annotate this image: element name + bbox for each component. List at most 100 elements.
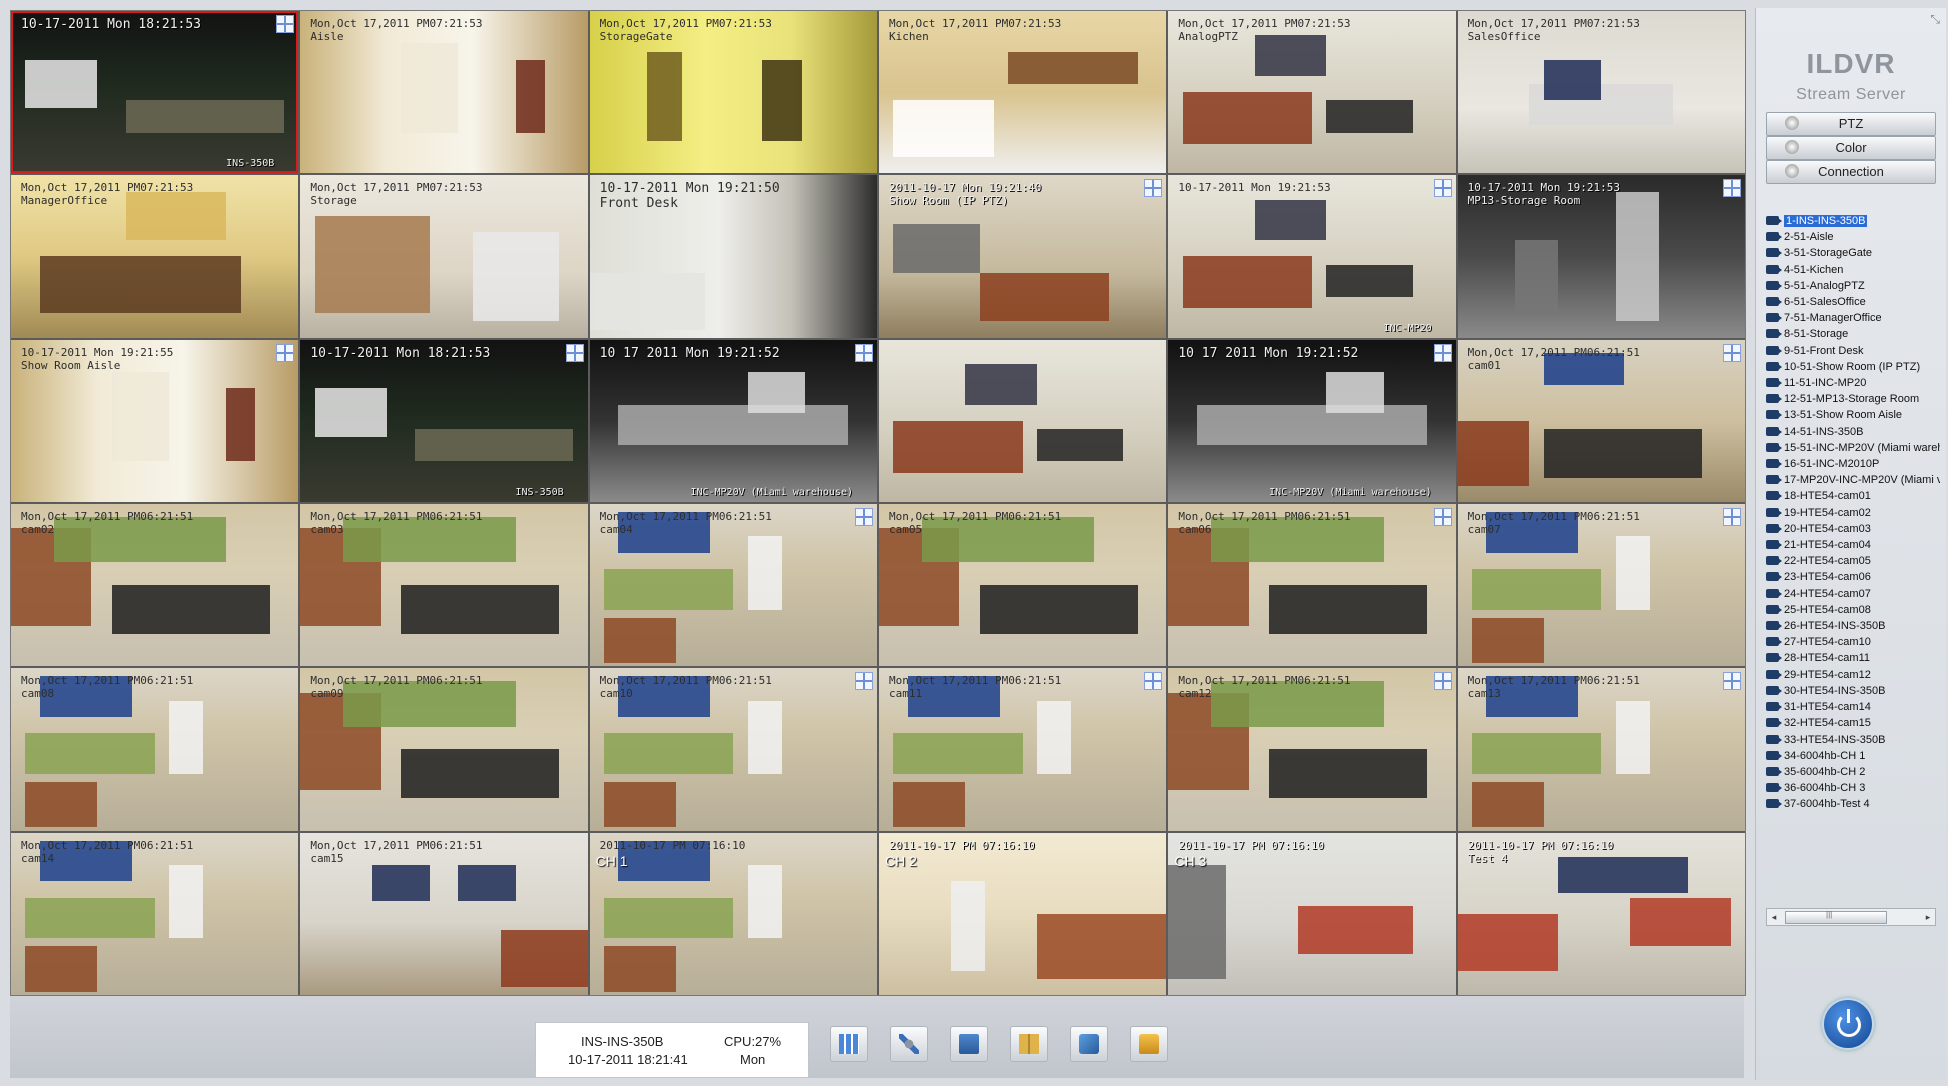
camera-list-item[interactable]: 9-51-Front Desk	[1764, 343, 1940, 359]
camera-list-item[interactable]: 1-INS-INS-350B	[1764, 213, 1940, 229]
camera-list-item[interactable]: 5-51-AnalogPTZ	[1764, 278, 1940, 294]
camera-list-item[interactable]: 29-HTE54-cam12	[1764, 667, 1940, 683]
display-mode-icon[interactable]	[1433, 343, 1452, 362]
display-mode-icon[interactable]	[1723, 179, 1741, 198]
camera-tile[interactable]: Mon,Oct 17,2011 PM06:21:51 cam12	[1168, 668, 1456, 831]
scroll-right-icon[interactable]: ▸	[1921, 909, 1935, 925]
camera-tile[interactable]: 10-17-2011 Mon 18:21:53 INS-350B	[300, 339, 588, 502]
camera-list-item[interactable]: 36-6004hb-CH 3	[1764, 780, 1940, 796]
camera-list-item[interactable]: 11-51-INC-MP20	[1764, 375, 1940, 391]
camera-list-item[interactable]: 17-MP20V-INC-MP20V (Miami v	[1764, 472, 1940, 488]
camera-list-item[interactable]: 32-HTE54-cam15	[1764, 715, 1940, 731]
camera-list-item[interactable]: 13-51-Show Room Aisle	[1764, 407, 1940, 423]
display-mode-icon[interactable]	[1144, 672, 1163, 691]
camera-list-item[interactable]: 2-51-Aisle	[1764, 229, 1940, 245]
camera-list-item[interactable]: 10-51-Show Room (IP PTZ)	[1764, 359, 1940, 375]
display-mode-icon[interactable]	[1723, 343, 1741, 362]
network-config-button[interactable]	[1070, 1026, 1108, 1062]
camera-tile[interactable]: Mon,Oct 17,2011 PM06:21:51 cam01	[1457, 339, 1745, 502]
camera-list-item[interactable]: 7-51-ManagerOffice	[1764, 310, 1940, 326]
camera-tile[interactable]: 10 17 2011 Mon 19:21:52 INC-MP20V (Miami …	[589, 339, 877, 502]
camera-tile[interactable]: Mon,Oct 17,2011 PM07:21:53 AnalogPTZ	[1168, 11, 1456, 174]
camera-list-item[interactable]: 28-HTE54-cam11	[1764, 650, 1940, 666]
camera-list-item[interactable]: 19-HTE54-cam02	[1764, 505, 1940, 521]
camera-list-item[interactable]: 26-HTE54-INS-350B	[1764, 618, 1940, 634]
camera-list-item[interactable]: 21-HTE54-cam04	[1764, 537, 1940, 553]
camera-tile[interactable]: Mon,Oct 17,2011 PM06:21:51 cam03	[300, 503, 588, 667]
camera-list-item[interactable]: 20-HTE54-cam03	[1764, 521, 1940, 537]
camera-list-item[interactable]: 25-HTE54-cam08	[1764, 602, 1940, 618]
color-button[interactable]: Color	[1766, 136, 1936, 160]
display-mode-icon[interactable]	[276, 15, 295, 33]
camera-tile[interactable]: Mon,Oct 17,2011 PM06:21:51 cam06	[1168, 503, 1456, 667]
camera-tile[interactable]: 2011-10-17 PM 07:16:10 CH 1	[589, 832, 877, 995]
camera-list-item[interactable]: 35-6004hb-CH 2	[1764, 764, 1940, 780]
camera-list-item[interactable]: 18-HTE54-cam01	[1764, 488, 1940, 504]
camera-list-item[interactable]: 8-51-Storage	[1764, 326, 1940, 342]
camera-tile[interactable]: 10-17-2011 Mon 19:21:53 INC-MP20	[1168, 175, 1456, 338]
camera-list[interactable]: 1-INS-INS-350B 2-51-Aisle 3-51-StorageGate…	[1764, 213, 1940, 903]
ptz-button[interactable]: PTZ	[1766, 112, 1936, 136]
log-book-button[interactable]	[1010, 1026, 1048, 1062]
scroll-left-icon[interactable]: ◂	[1767, 909, 1781, 925]
camera-list-item[interactable]: 12-51-MP13-Storage Room	[1764, 391, 1940, 407]
camera-list-item[interactable]: 27-HTE54-cam10	[1764, 634, 1940, 650]
layout-grid-button[interactable]	[830, 1026, 868, 1062]
display-mode-icon[interactable]	[276, 343, 295, 362]
display-mode-icon[interactable]	[1144, 179, 1163, 198]
lock-button[interactable]	[1130, 1026, 1168, 1062]
display-mode-icon[interactable]	[1723, 507, 1741, 526]
camera-tile[interactable]: Mon,Oct 17,2011 PM07:21:53 ManagerOffice	[11, 175, 299, 338]
camera-list-scrollbar[interactable]: ◂ ▸	[1766, 908, 1936, 926]
settings-tools-button[interactable]	[890, 1026, 928, 1062]
power-icon[interactable]	[1822, 998, 1874, 1050]
display-mode-icon[interactable]	[1433, 507, 1452, 526]
display-mode-icon[interactable]	[1433, 179, 1452, 198]
camera-list-item[interactable]: 37-6004hb-Test 4	[1764, 796, 1940, 812]
camera-list-item[interactable]: 14-51-INS-350B	[1764, 424, 1940, 440]
camera-list-item[interactable]: 16-51-INC-M2010P	[1764, 456, 1940, 472]
display-mode-icon[interactable]	[855, 507, 873, 526]
camera-list-item[interactable]: 4-51-Kichen	[1764, 262, 1940, 278]
camera-tile[interactable]	[879, 339, 1167, 502]
camera-list-item[interactable]: 33-HTE54-INS-350B	[1764, 732, 1940, 748]
camera-list-item[interactable]: 15-51-INC-MP20V (Miami wareh	[1764, 440, 1940, 456]
camera-list-item[interactable]: 22-HTE54-cam05	[1764, 553, 1940, 569]
display-mode-icon[interactable]	[565, 343, 584, 362]
camera-tile[interactable]: 2011-10-17 PM 07:16:10 CH 3	[1168, 832, 1456, 995]
camera-tile[interactable]: Mon,Oct 17,2011 PM07:21:53 StorageGate	[589, 11, 877, 174]
camera-tile[interactable]: Mon,Oct 17,2011 PM06:21:51 cam15	[300, 832, 588, 995]
search-playback-button[interactable]	[950, 1026, 988, 1062]
camera-list-item[interactable]: 23-HTE54-cam06	[1764, 569, 1940, 585]
camera-tile[interactable]: 10-17-2011 Mon 19:21:55 Show Room Aisle	[11, 339, 299, 502]
camera-list-item[interactable]: 6-51-SalesOffice	[1764, 294, 1940, 310]
camera-tile[interactable]: Mon,Oct 17,2011 PM06:21:51 cam13	[1457, 668, 1745, 831]
camera-tile[interactable]: 10 17 2011 Mon 19:21:52 INC-MP20V (Miami …	[1168, 339, 1456, 502]
scroll-thumb[interactable]	[1785, 910, 1887, 924]
camera-list-item[interactable]: 31-HTE54-cam14	[1764, 699, 1940, 715]
display-mode-icon[interactable]	[855, 672, 873, 691]
camera-tile[interactable]: 10-17-2011 Mon 19:21:50 Front Desk	[589, 175, 877, 338]
camera-list-item[interactable]: 30-HTE54-INS-350B	[1764, 683, 1940, 699]
camera-tile[interactable]: 10-17-2011 Mon 18:21:53 INS-350B	[11, 11, 299, 174]
connection-button[interactable]: Connection	[1766, 160, 1936, 184]
display-mode-icon[interactable]	[1723, 672, 1741, 691]
camera-tile[interactable]: Mon,Oct 17,2011 PM06:21:51 cam04	[589, 503, 877, 667]
camera-list-item[interactable]: 3-51-StorageGate	[1764, 245, 1940, 261]
minimize-icon[interactable]: ⤡	[1930, 12, 1940, 27]
camera-list-item[interactable]: 34-6004hb-CH 1	[1764, 748, 1940, 764]
camera-tile[interactable]: Mon,Oct 17,2011 PM07:21:53 Aisle	[300, 11, 588, 174]
camera-tile[interactable]: Mon,Oct 17,2011 PM07:21:53 SalesOffice	[1457, 11, 1745, 174]
camera-tile[interactable]: Mon,Oct 17,2011 PM06:21:51 cam05	[879, 503, 1167, 667]
camera-tile[interactable]: Mon,Oct 17,2011 PM06:21:51 cam10	[589, 668, 877, 831]
camera-list-item[interactable]: 24-HTE54-cam07	[1764, 586, 1940, 602]
display-mode-icon[interactable]	[855, 343, 873, 362]
camera-tile[interactable]: Mon,Oct 17,2011 PM07:21:53 Kichen	[879, 11, 1167, 174]
camera-tile[interactable]: Mon,Oct 17,2011 PM06:21:51 cam07	[1457, 503, 1745, 667]
camera-tile[interactable]: Mon,Oct 17,2011 PM06:21:51 cam11	[879, 668, 1167, 831]
camera-tile[interactable]: 2011-10-17 PM 07:16:10 Test 4	[1457, 832, 1745, 995]
camera-tile[interactable]: Mon,Oct 17,2011 PM06:21:51 cam02	[11, 503, 299, 667]
camera-tile[interactable]: 2011-10-17 Mon 19:21:40 Show Room (IP PT…	[879, 175, 1167, 338]
camera-tile[interactable]: Mon,Oct 17,2011 PM06:21:51 cam09	[300, 668, 588, 831]
camera-tile[interactable]: Mon,Oct 17,2011 PM06:21:51 cam08	[11, 668, 299, 831]
